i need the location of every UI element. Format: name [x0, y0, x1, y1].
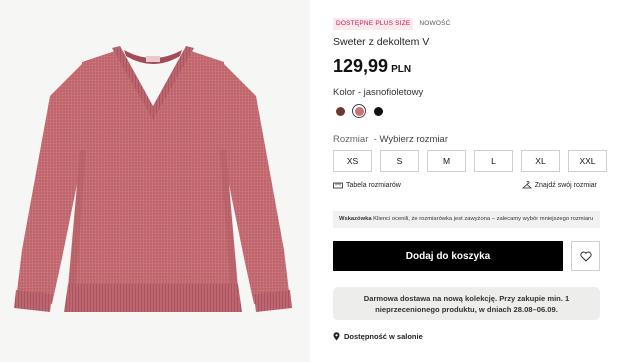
find-size-link[interactable]: Znajdź swój rozmiar: [521, 181, 597, 190]
size-label: Rozmiar - Wybierz rozmiar: [333, 134, 448, 145]
badges: DOSTĘPNE PLUS SIZE NOWOŚĆ: [333, 18, 454, 30]
hint-title: Wskazówka: [339, 216, 372, 222]
shipping-line-2: nieprzecenionego produktu, w dniach 28.0…: [375, 305, 558, 314]
size-links: Tabela rozmiarów Znajdź swój rozmiar: [333, 181, 597, 190]
hanger-icon: [521, 181, 532, 189]
swatch-dot: [354, 106, 364, 116]
product-title: Sweter z dekoltem V: [333, 36, 430, 48]
heart-icon: [579, 251, 592, 262]
shipping-info: Darmowa dostawa na nową kolekcję. Przy z…: [333, 287, 600, 320]
new-badge: NOWOŚĆ: [419, 20, 451, 27]
size-button-m[interactable]: M: [427, 150, 466, 172]
size-button-xl[interactable]: XL: [521, 150, 560, 172]
store-availability-label: Dostępność w salonie: [344, 332, 423, 341]
size-button-l[interactable]: L: [474, 150, 513, 172]
plus-size-badge: DOSTĘPNE PLUS SIZE: [333, 18, 414, 30]
product-info-panel: DOSTĘPNE PLUS SIZE NOWOŚĆ Sweter z dekol…: [333, 0, 607, 362]
size-hint: Wskazówka Klienci ocenili, że rozmiarówk…: [333, 211, 600, 228]
find-size-label: Znajdź swój rozmiar: [534, 182, 597, 189]
wishlist-button[interactable]: [571, 241, 600, 271]
size-button-xxl[interactable]: XXL: [568, 150, 607, 172]
color-swatch-black[interactable]: [371, 104, 385, 118]
size-button-s[interactable]: S: [380, 150, 419, 172]
swatch-dot: [373, 106, 383, 116]
size-button-xs[interactable]: XS: [333, 150, 372, 172]
swatch-dot: [335, 106, 345, 116]
size-placeholder: Wybierz rozmiar: [379, 134, 449, 145]
ruler-icon: [333, 182, 343, 189]
size-table-link[interactable]: Tabela rozmiarów: [333, 181, 401, 190]
location-pin-icon: [333, 332, 340, 341]
shipping-line-1: Darmowa dostawa na nową kolekcję. Przy z…: [363, 294, 570, 303]
color-swatch-jasnofioletowy[interactable]: [352, 104, 366, 118]
color-swatches: [333, 104, 385, 118]
store-availability-link[interactable]: Dostępność w salonie: [333, 332, 423, 341]
price-currency: PLN: [391, 64, 412, 75]
color-swatch-brown[interactable]: [333, 104, 347, 118]
price-value: 129,99: [333, 56, 389, 76]
size-table-label: Tabela rozmiarów: [346, 182, 401, 189]
color-label: Kolor - jasnofioletowy: [333, 87, 424, 98]
price-row: 129,99 PLN: [333, 56, 411, 77]
add-to-cart-button[interactable]: Dodaj do koszyka: [333, 241, 563, 271]
size-label-text: Rozmiar: [333, 134, 369, 145]
hint-text: Klienci ocenili, że rozmiarówka jest zaw…: [373, 216, 594, 222]
sweater-image: [14, 46, 292, 312]
product-image-panel[interactable]: [0, 0, 310, 362]
size-options: XS S M L XL XXL: [333, 150, 607, 172]
